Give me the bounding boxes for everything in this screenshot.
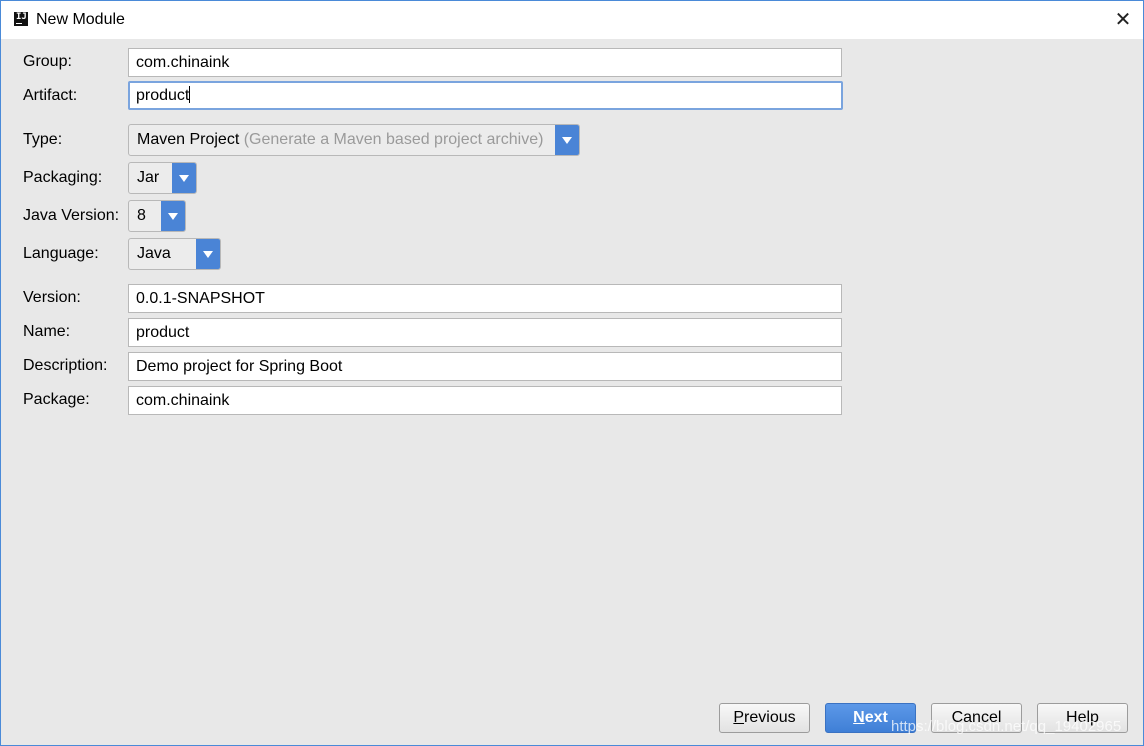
type-value: Maven Project (137, 131, 240, 148)
watermark: https://blog.csdn.net/qq_19402965 (891, 718, 1122, 735)
type-hint: (Generate a Maven based project archive) (243, 131, 544, 148)
name-value: product (136, 324, 190, 341)
package-value: com.chinaink (136, 392, 230, 409)
package-field[interactable]: com.chinaink (128, 386, 842, 415)
chevron-down-icon[interactable] (161, 201, 185, 231)
version-label: Version: (23, 289, 81, 306)
packaging-label: Packaging: (23, 169, 103, 186)
type-dropdown[interactable]: Maven Project (Generate a Maven based pr… (128, 124, 580, 156)
previous-mnemonic: P (733, 709, 745, 726)
group-label: Group: (23, 53, 72, 70)
artifact-field[interactable]: product (128, 81, 843, 110)
chevron-down-icon[interactable] (172, 163, 196, 193)
version-field[interactable]: 0.0.1-SNAPSHOT (128, 284, 842, 313)
description-field[interactable]: Demo project for Spring Boot (128, 352, 842, 381)
java-version-label: Java Version: (23, 207, 120, 224)
type-label: Type: (23, 131, 63, 148)
description-label: Description: (23, 357, 108, 374)
new-module-dialog: IJ New Module ✕ Group: com.chinaink Arti… (0, 0, 1144, 746)
language-value: Java (137, 245, 171, 262)
description-value: Demo project for Spring Boot (136, 358, 343, 375)
previous-label: revious (744, 709, 796, 726)
name-label: Name: (23, 323, 71, 340)
next-mnemonic: N (853, 709, 865, 726)
next-label: ext (864, 709, 888, 726)
java-version-dropdown[interactable]: 8 (128, 200, 186, 232)
close-icon[interactable]: ✕ (1107, 4, 1139, 36)
language-dropdown[interactable]: Java (128, 238, 221, 270)
chevron-down-icon[interactable] (196, 239, 220, 269)
packaging-dropdown[interactable]: Jar (128, 162, 197, 194)
language-label: Language: (23, 245, 99, 262)
version-value: 0.0.1-SNAPSHOT (136, 290, 265, 307)
java-version-value: 8 (137, 207, 146, 224)
chevron-down-icon[interactable] (555, 125, 579, 155)
intellij-icon: IJ (14, 12, 28, 26)
artifact-label: Artifact: (23, 87, 78, 104)
group-value: com.chinaink (136, 54, 230, 71)
dialog-title: New Module (36, 11, 125, 28)
title-bar: IJ New Module ✕ (1, 1, 1143, 39)
text-caret (189, 86, 191, 103)
package-label: Package: (23, 391, 90, 408)
name-field[interactable]: product (128, 318, 842, 347)
packaging-value: Jar (137, 169, 160, 186)
artifact-value: product (136, 87, 190, 104)
group-field[interactable]: com.chinaink (128, 48, 842, 77)
previous-button[interactable]: Previous (719, 703, 810, 733)
